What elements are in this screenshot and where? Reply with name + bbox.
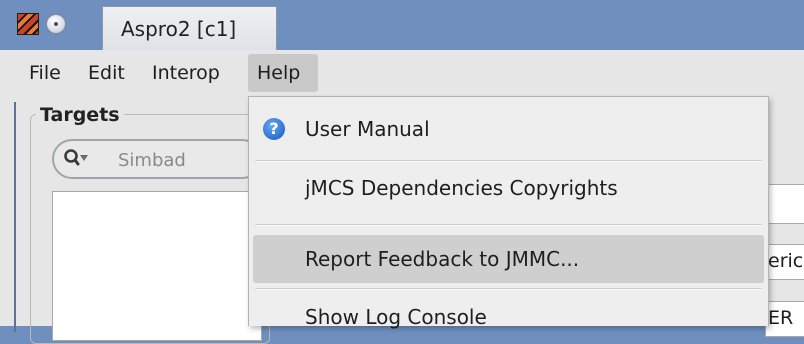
background-field[interactable]: eric xyxy=(765,244,804,280)
search-icon[interactable] xyxy=(63,147,89,171)
menu-item-user-manual[interactable]: ? User Manual xyxy=(253,105,764,153)
menu-item-report-feedback[interactable]: Report Feedback to JMMC... xyxy=(253,235,764,283)
window-title-tab: Aspro2 [c1] xyxy=(102,6,277,50)
window-menu-button[interactable] xyxy=(46,14,66,34)
background-field[interactable] xyxy=(765,184,804,224)
background-field[interactable]: ER xyxy=(765,301,804,337)
targets-title: Targets xyxy=(36,104,124,126)
title-bar: Aspro2 [c1] xyxy=(0,0,804,50)
menu-separator xyxy=(255,224,762,226)
menu-bar: File Edit Interop Help xyxy=(0,50,804,96)
target-list[interactable] xyxy=(52,191,262,341)
help-icon: ? xyxy=(263,118,285,140)
menu-separator xyxy=(255,160,762,162)
background-field-text: eric xyxy=(768,250,804,272)
help-menu-dropdown: ? User Manual jMCS Dependencies Copyrigh… xyxy=(248,96,769,329)
menu-item-dependencies-copyrights[interactable]: jMCS Dependencies Copyrights xyxy=(253,164,764,212)
menu-separator xyxy=(255,288,762,290)
menu-interop[interactable]: Interop xyxy=(148,50,224,96)
menu-item-label: Report Feedback to JMMC... xyxy=(305,247,580,271)
menu-item-label: Show Log Console xyxy=(305,305,487,329)
window-title: Aspro2 [c1] xyxy=(121,17,237,41)
search-input[interactable]: Simbad xyxy=(118,150,186,171)
menu-edit[interactable]: Edit xyxy=(84,50,129,96)
menu-file[interactable]: File xyxy=(25,50,65,96)
app-icon xyxy=(17,13,39,35)
left-divider xyxy=(14,102,16,332)
menu-help[interactable]: Help xyxy=(248,54,318,92)
menu-item-label: jMCS Dependencies Copyrights xyxy=(305,176,618,200)
simbad-search-field[interactable]: Simbad xyxy=(52,139,262,179)
menu-item-label: User Manual xyxy=(305,117,430,141)
menu-item-show-log-console[interactable]: Show Log Console xyxy=(253,293,764,341)
